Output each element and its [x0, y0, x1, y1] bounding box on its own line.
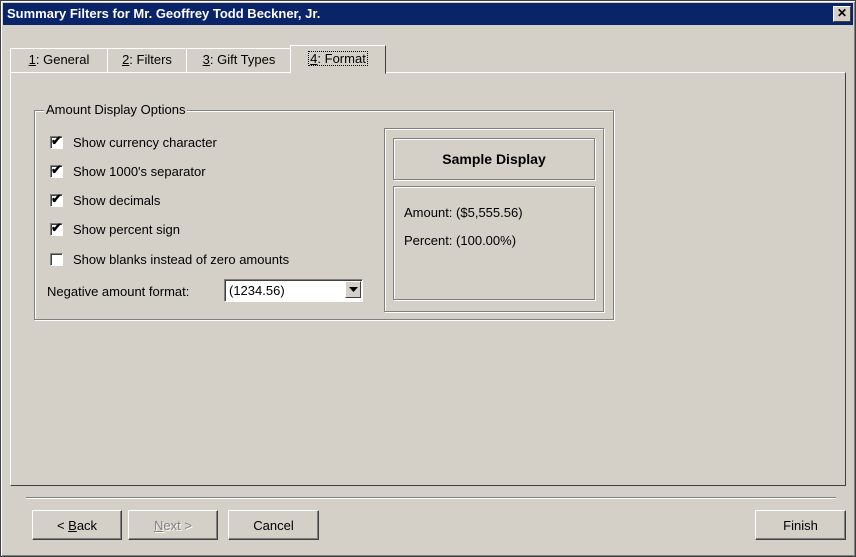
button-separator — [26, 497, 836, 499]
negative-format-select[interactable]: (1234.56) — [224, 279, 363, 302]
tab-gift-types-key: 3 — [202, 52, 210, 67]
checkbox-label: Show blanks instead of zero amounts — [73, 251, 290, 267]
tab-format[interactable]: 4: Format — [290, 45, 386, 74]
tab-gift-types[interactable]: 3: Gift Types — [186, 48, 292, 73]
checkmark-icon: ✔ — [51, 190, 62, 206]
checkmark-icon: ✔ — [51, 132, 62, 148]
sample-percent-value: (100.00%) — [456, 233, 517, 248]
tab-general-key: 1 — [28, 52, 36, 67]
tab-general[interactable]: 1: General — [10, 48, 108, 73]
tab-general-label: : General — [35, 52, 90, 67]
back-button[interactable]: < Back — [32, 510, 122, 540]
back-prefix: < — [56, 518, 69, 533]
checkbox-label: Show currency character — [73, 134, 217, 150]
window-title: Summary Filters for Mr. Geoffrey Todd Be… — [7, 6, 321, 21]
show-percent-sign-checkbox[interactable]: ✔ Show percent sign — [50, 220, 180, 238]
next-rest: ext > — [163, 518, 192, 533]
sample-display-title: Sample Display — [393, 138, 595, 180]
close-button[interactable]: ✕ — [833, 6, 851, 22]
dropdown-button[interactable] — [345, 281, 361, 298]
negative-format-label: Negative amount format: — [47, 284, 190, 299]
checkbox-box[interactable] — [50, 252, 63, 266]
checkbox-box[interactable]: ✔ — [50, 190, 63, 207]
tab-format-label: : Format — [317, 51, 366, 66]
sample-amount-label: Amount: — [404, 205, 453, 220]
checkmark-icon: ✔ — [51, 219, 62, 235]
chevron-down-icon — [349, 287, 358, 292]
title-bar[interactable]: Summary Filters for Mr. Geoffrey Todd Be… — [3, 3, 853, 25]
show-currency-checkbox[interactable]: ✔ Show currency character — [50, 133, 217, 151]
checkbox-box[interactable]: ✔ — [50, 132, 63, 149]
show-blanks-checkbox[interactable]: Show blanks instead of zero amounts — [50, 250, 289, 268]
sample-percent-line: Percent: (100.00%) — [404, 233, 516, 248]
checkbox-label: Show 1000's separator — [73, 163, 206, 179]
back-key: B — [68, 518, 77, 533]
checkbox-box[interactable]: ✔ — [50, 161, 63, 178]
show-thousands-separator-checkbox[interactable]: ✔ Show 1000's separator — [50, 162, 206, 180]
close-icon: ✕ — [836, 6, 848, 20]
tab-filters-label: : Filters — [129, 52, 172, 67]
sample-amount-line: Amount: ($5,555.56) — [404, 205, 523, 220]
sample-amount-value: ($5,555.56) — [456, 205, 523, 220]
back-rest: ack — [76, 518, 98, 533]
negative-format-value: (1234.56) — [229, 283, 285, 298]
next-button[interactable]: Next > — [128, 510, 218, 540]
amount-display-group-label: Amount Display Options — [44, 102, 188, 117]
tab-gift-types-label: : Gift Types — [209, 52, 276, 67]
checkbox-label: Show decimals — [73, 192, 161, 208]
finish-button[interactable]: Finish — [755, 510, 846, 540]
checkbox-label: Show percent sign — [73, 221, 180, 237]
next-key: N — [154, 518, 164, 533]
show-decimals-checkbox[interactable]: ✔ Show decimals — [50, 191, 160, 209]
cancel-button[interactable]: Cancel — [228, 510, 319, 540]
sample-percent-label: Percent: — [404, 233, 453, 248]
checkmark-icon: ✔ — [51, 161, 62, 177]
tab-filters[interactable]: 2: Filters — [107, 48, 187, 73]
checkbox-box[interactable]: ✔ — [50, 219, 63, 236]
